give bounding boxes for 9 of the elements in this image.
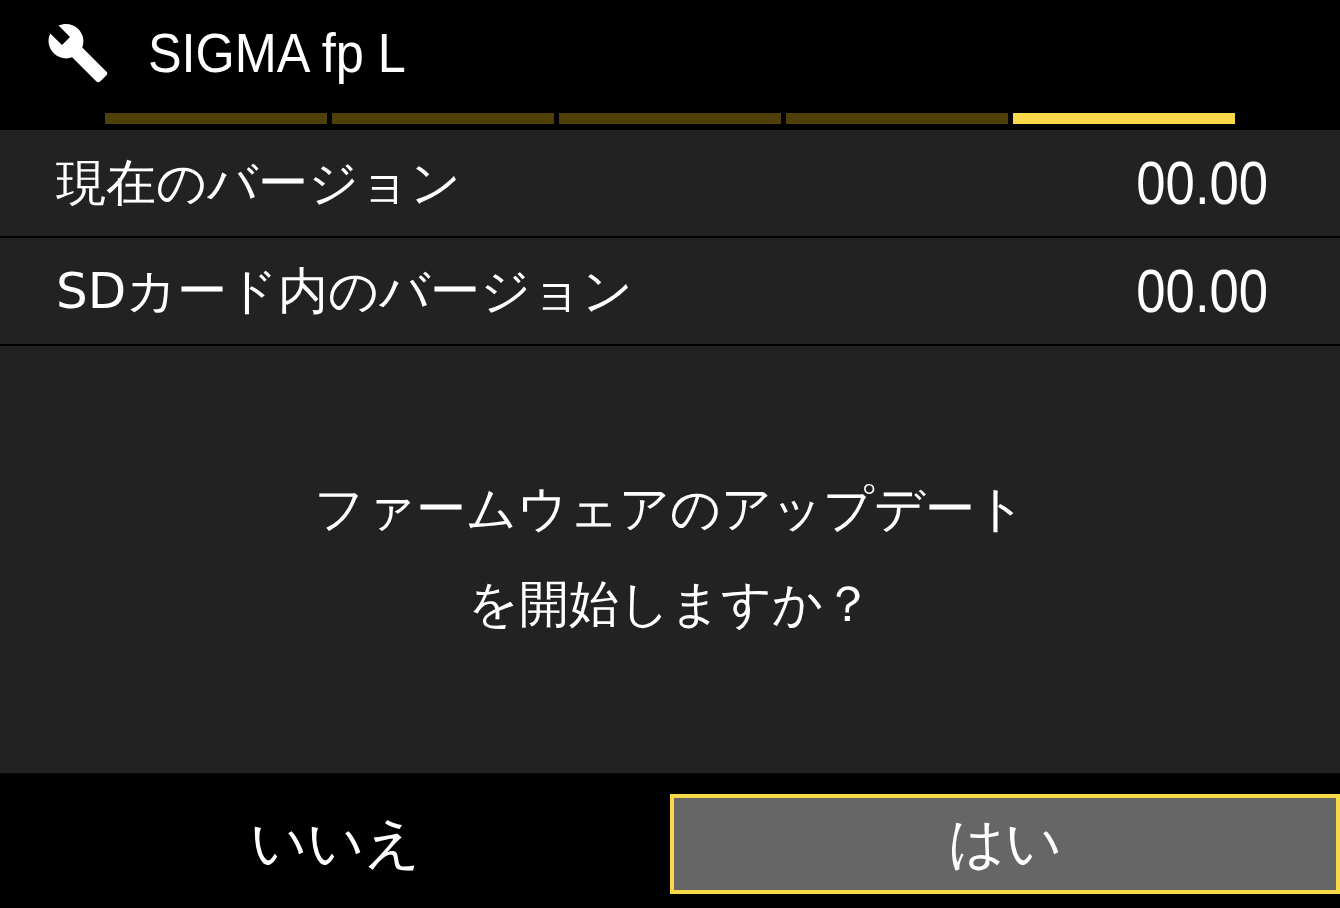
row-label: 現在のバージョン — [56, 158, 461, 208]
version-value: 00.00 — [1136, 152, 1268, 214]
dialog-button[interactable]: はい — [670, 793, 1340, 894]
version-value: 00.00 — [1136, 260, 1268, 322]
wrench-icon — [46, 21, 110, 85]
message-text: ファームウェアのアップデート — [314, 481, 1026, 537]
message-text: を開始しますか？ — [467, 576, 873, 632]
row-label: SDカード内のバージョン — [56, 266, 634, 316]
dialog-button[interactable]: いいえ — [0, 793, 670, 894]
